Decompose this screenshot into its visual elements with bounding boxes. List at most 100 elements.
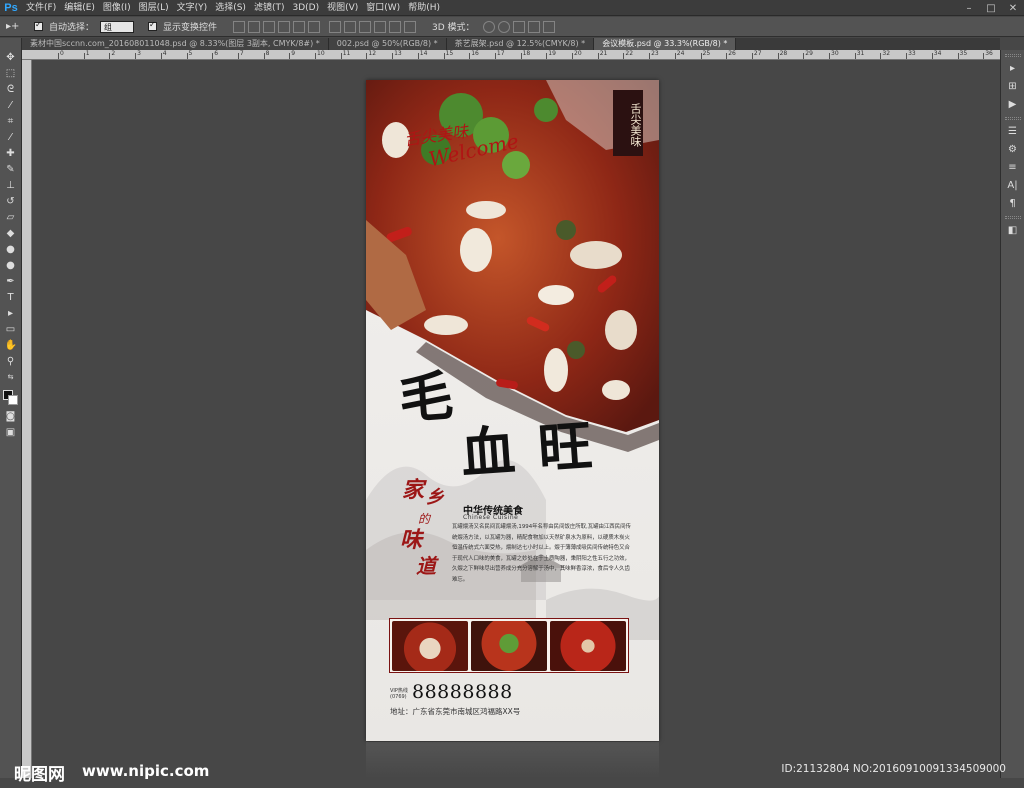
ruler-tick: [417, 53, 419, 59]
move-tool-icon[interactable]: ✥: [5, 52, 17, 63]
menu-layer[interactable]: 图层(L): [135, 0, 173, 16]
zoom-tool-icon[interactable]: ⚲: [5, 356, 17, 367]
ruler-tick: [880, 53, 882, 59]
hometown-char-1: 家: [402, 477, 425, 503]
poster-document[interactable]: 舌尖美味 舌尖美味 Welcome 毛 血 旺 家 乡 的 味 道 中华传统美食…: [366, 80, 659, 741]
3d-pan-icon[interactable]: [512, 20, 525, 33]
3d-scale-icon[interactable]: [542, 20, 555, 33]
ruler-tick-label: 34: [933, 50, 942, 57]
tools-panel: ✥ ⬚ ᘓ ⁄ ⌗ ⁄ ✚ ✎ ⊥ ↺ ▱ ◆ ● ● ✒ T ▸ ▭ ✋ ⚲ …: [0, 38, 22, 778]
character-panel-icon[interactable]: A|: [1006, 180, 1020, 192]
align-right-icon[interactable]: [308, 20, 321, 33]
quick-mask-icon[interactable]: ◙: [5, 411, 17, 422]
3d-roll-icon[interactable]: [497, 20, 510, 33]
minimize-button[interactable]: –: [958, 0, 980, 16]
ruler-tick: [931, 53, 933, 59]
distribute-left-icon[interactable]: [374, 20, 387, 33]
ruler-tick-label: 6: [214, 50, 219, 57]
history-brush-icon[interactable]: ↺: [5, 196, 17, 207]
tab-document-1[interactable]: 素材中国sccnn.com_2016080110​48.psd @ 8.33%(…: [22, 38, 329, 50]
ruler-tick-label: 19: [548, 50, 556, 57]
menu-bar: Ps 文件(F) 编辑(E) 图像(I) 图层(L) 文字(Y) 选择(S) 滤…: [0, 0, 1024, 16]
dock-grip-3[interactable]: [1004, 216, 1021, 219]
type-tool-icon[interactable]: T: [5, 292, 17, 303]
distribute-top-icon[interactable]: [329, 20, 342, 33]
ruler-tick: [623, 53, 625, 59]
collapse-panels-icon[interactable]: ▸: [1006, 63, 1020, 75]
menu-3d[interactable]: 3D(D): [288, 0, 323, 16]
move-tool-preset[interactable]: ▸+: [6, 20, 28, 34]
actions-panel-icon[interactable]: ▶: [1006, 99, 1020, 111]
panel-dock: ▸ ⊞ ▶ ☰ ⚙ ≡ A| ¶ ◧: [1000, 50, 1024, 778]
ruler-tick-label: 35: [959, 50, 968, 57]
menu-window[interactable]: 窗口(W): [362, 0, 404, 16]
color-swatches[interactable]: [2, 390, 19, 406]
ruler-tick-label: 25: [702, 50, 711, 57]
tab-document-3[interactable]: 茶艺展架.psd @ 12.5%(CMYK/8) *: [446, 38, 595, 50]
ruler-tick: [572, 53, 573, 59]
hand-tool-icon[interactable]: ✋: [5, 340, 17, 351]
crop-tool-icon[interactable]: ⌗: [5, 116, 17, 127]
3d-panel-icon[interactable]: ◧: [1006, 225, 1020, 237]
dock-grip-2[interactable]: [1004, 117, 1021, 120]
options-bar: ▸+ 自动选择： 组 显示变换控件 3D 模式：: [0, 17, 1024, 37]
align-bottom-icon[interactable]: [263, 20, 276, 33]
lasso-tool-icon[interactable]: ᘓ: [5, 84, 17, 95]
eraser-tool-icon[interactable]: ▱: [5, 212, 17, 223]
menu-edit[interactable]: 编辑(E): [60, 0, 99, 16]
swap-colors-icon[interactable]: ⇆: [5, 372, 17, 383]
marquee-tool-icon[interactable]: ⬚: [5, 68, 17, 79]
distribute-right-icon[interactable]: [404, 20, 417, 33]
align-top-icon[interactable]: [233, 20, 246, 33]
menu-help[interactable]: 帮助(H): [404, 0, 444, 16]
screen-mode-icon[interactable]: ▣: [5, 427, 17, 438]
3d-rotate-icon[interactable]: [482, 20, 495, 33]
ruler-tick: [674, 53, 676, 59]
menu-image[interactable]: 图像(I): [99, 0, 135, 16]
ruler-tick-label: 23: [651, 50, 659, 57]
quick-select-tool-icon[interactable]: ⁄: [5, 100, 17, 111]
adjustments-panel-icon[interactable]: ⚙: [1006, 144, 1020, 156]
menu-filter[interactable]: 滤镜(T): [250, 0, 289, 16]
auto-select-dropdown[interactable]: 组: [100, 20, 135, 33]
path-select-icon[interactable]: ▸: [5, 308, 17, 319]
align-vcenter-icon[interactable]: [248, 20, 261, 33]
stamp-tool-icon[interactable]: ⊥: [5, 180, 17, 191]
auto-select-checkbox[interactable]: [34, 20, 43, 31]
layer-comps-icon[interactable]: ≡: [1006, 162, 1020, 174]
history-panel-icon[interactable]: ⊞: [1006, 81, 1020, 93]
tab-document-2[interactable]: 002.psd @ 50%(RGB/8) *: [328, 38, 447, 50]
hotline-label: VIP热线 (0769): [390, 688, 408, 700]
menu-type[interactable]: 文字(Y): [173, 0, 212, 16]
shape-tool-icon[interactable]: ▭: [5, 324, 17, 335]
distribute-hcenter-icon[interactable]: [389, 20, 402, 33]
align-left-icon[interactable]: [278, 20, 291, 33]
ruler-tick-label: 0: [60, 50, 64, 57]
3d-slide-icon[interactable]: [527, 20, 540, 33]
paint-bucket-icon[interactable]: ◆: [5, 228, 17, 239]
ruler-tick-label: 8: [265, 50, 270, 57]
brush-tool-icon[interactable]: ✎: [5, 164, 17, 175]
align-hcenter-icon[interactable]: [293, 20, 306, 33]
maximize-button[interactable]: □: [980, 0, 1002, 16]
eyedropper-tool-icon[interactable]: ⁄: [5, 132, 17, 143]
pen-tool-icon[interactable]: ✒: [5, 276, 17, 287]
distribute-vcenter-icon[interactable]: [344, 20, 357, 33]
distribute-bottom-icon[interactable]: [359, 20, 372, 33]
properties-panel-icon[interactable]: ☰: [1006, 126, 1020, 138]
blur-tool-icon[interactable]: ●: [5, 244, 17, 255]
show-transform-checkbox[interactable]: [148, 20, 158, 31]
menu-select[interactable]: 选择(S): [211, 0, 250, 16]
ruler-tick: [906, 53, 908, 59]
menu-view[interactable]: 视图(V): [323, 0, 362, 16]
tab-document-4[interactable]: 会议模板.psd @ 33.3%(RGB/8) *: [594, 38, 737, 50]
dodge-tool-icon[interactable]: ●: [5, 260, 17, 271]
phone-number: 88888888: [412, 681, 513, 703]
healing-brush-icon[interactable]: ✚: [5, 148, 17, 159]
paragraph-panel-icon[interactable]: ¶: [1006, 198, 1020, 210]
background-color[interactable]: [7, 395, 18, 405]
dock-grip[interactable]: [1004, 54, 1021, 57]
menu-file[interactable]: 文件(F): [22, 0, 60, 16]
ruler-tick-label: 1: [85, 50, 90, 57]
close-button[interactable]: ✕: [1002, 0, 1024, 16]
